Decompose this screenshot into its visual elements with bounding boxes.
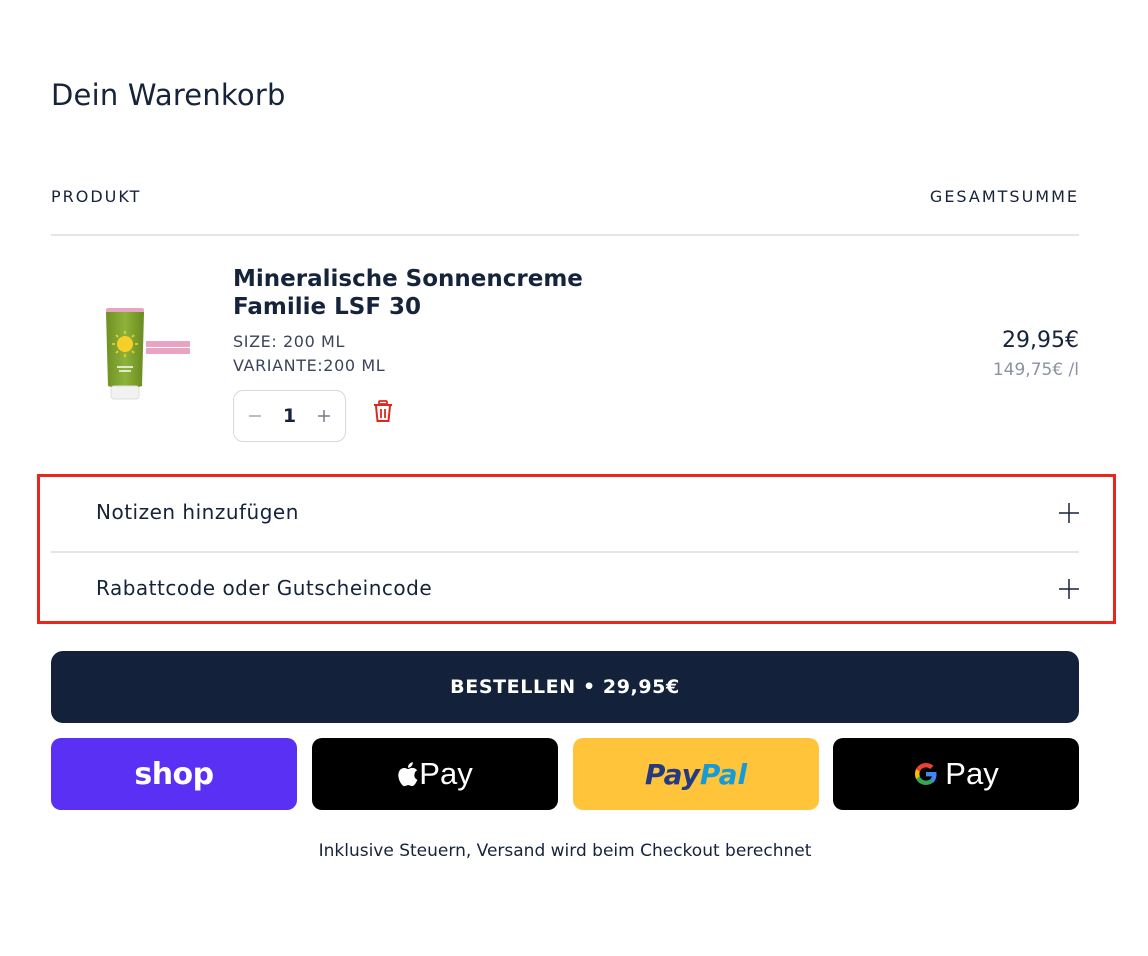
column-header-total: GESAMTSUMME (929, 187, 1079, 206)
page-title: Dein Warenkorb (51, 78, 286, 112)
quantity-value[interactable]: 1 (283, 405, 296, 427)
paypal-button[interactable]: Pay Pal (573, 738, 819, 810)
minus-icon (249, 415, 261, 417)
google-pay-button[interactable]: Pay (833, 738, 1079, 810)
product-name[interactable]: Mineralische Sonnencreme Familie LSF 30 (233, 265, 613, 321)
shop-pay-label: shop (134, 756, 214, 792)
shop-pay-button[interactable]: shop (51, 738, 297, 810)
checkout-button[interactable]: BESTELLEN • 29,95€ (51, 651, 1079, 723)
plus-icon (317, 410, 330, 422)
accordion-notes-label[interactable]: Notizen hinzufügen (96, 500, 299, 524)
quantity-increase-button[interactable] (313, 405, 335, 427)
item-unit-price: 149,75€ /l (992, 360, 1079, 380)
product-name-line2[interactable]: Familie LSF 30 (233, 293, 613, 321)
quantity-decrease-button[interactable] (244, 405, 266, 427)
column-header-product: PRODUKT (51, 187, 142, 206)
accordion-discount-code[interactable]: Rabattcode oder Gutscheincode (51, 552, 1079, 626)
header-divider (51, 234, 1079, 236)
apple-pay-label: Pay (419, 756, 473, 791)
product-variant: VARIANTE:200 ML (233, 356, 386, 375)
tax-shipping-note: Inklusive Steuern, Versand wird beim Che… (318, 841, 812, 861)
accordion-discount-label[interactable]: Rabattcode oder Gutscheincode (96, 576, 432, 600)
apple-logo-icon (398, 762, 418, 787)
apple-pay-button[interactable]: Pay (312, 738, 558, 810)
trash-icon[interactable] (373, 400, 393, 422)
google-pay-label: Pay (945, 756, 999, 791)
item-price: 29,95€ (1002, 328, 1079, 353)
plus-icon[interactable] (1059, 579, 1079, 599)
paypal-label-pay: Pay (644, 757, 700, 791)
google-logo-icon (915, 763, 937, 785)
cart-container: Dein Warenkorb PRODUKT GESAMTSUMME Miner… (51, 0, 1079, 956)
plus-icon[interactable] (1059, 503, 1079, 523)
product-name-line1[interactable]: Mineralische Sonnencreme (233, 265, 613, 293)
quantity-stepper: 1 (233, 390, 346, 442)
sunscreen-tube-icon[interactable] (101, 304, 241, 406)
accordion-notes[interactable]: Notizen hinzufügen (51, 476, 1079, 550)
product-size: SIZE: 200 ML (233, 332, 345, 351)
paypal-label-pal: Pal (699, 757, 748, 791)
